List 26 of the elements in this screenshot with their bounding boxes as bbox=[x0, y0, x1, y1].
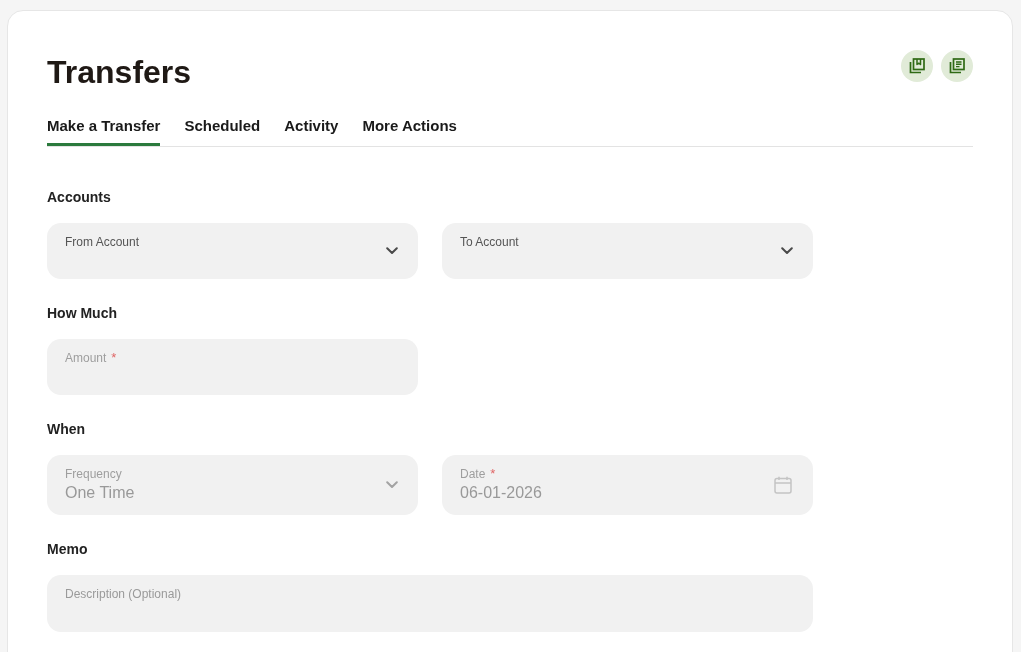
field-label: Date bbox=[460, 467, 486, 481]
required-mark: * bbox=[490, 467, 496, 481]
field-label: To Account bbox=[460, 235, 519, 249]
tab[interactable]: Activity bbox=[284, 104, 339, 146]
field-label: From Account bbox=[65, 235, 140, 249]
document-stack-icon[interactable] bbox=[941, 50, 973, 82]
tab[interactable]: Make a Transfer bbox=[47, 104, 161, 146]
section-heading: Accounts bbox=[47, 188, 112, 206]
required-mark: * bbox=[111, 351, 117, 365]
chevron-down-icon bbox=[781, 247, 793, 255]
calendar-icon bbox=[774, 476, 792, 494]
field-value: 06-01-2026 bbox=[460, 483, 543, 503]
field-value: One Time bbox=[65, 483, 136, 503]
chevron-down-icon bbox=[386, 481, 398, 489]
field-label: Amount bbox=[65, 351, 107, 365]
tab[interactable]: Scheduled bbox=[184, 104, 261, 146]
tab[interactable]: More Actions bbox=[362, 104, 457, 146]
field-label: Frequency bbox=[65, 467, 122, 481]
dropdown-field[interactable]: From Account bbox=[47, 223, 418, 279]
section-heading: Memo bbox=[47, 540, 89, 558]
section-heading: How Much bbox=[47, 304, 118, 322]
chevron-down-icon bbox=[386, 247, 398, 255]
section-heading: When bbox=[47, 420, 87, 438]
bookmark-stack-icon[interactable] bbox=[901, 50, 933, 82]
dropdown-field[interactable]: To Account bbox=[442, 223, 813, 279]
page-title: Transfers bbox=[47, 53, 192, 92]
